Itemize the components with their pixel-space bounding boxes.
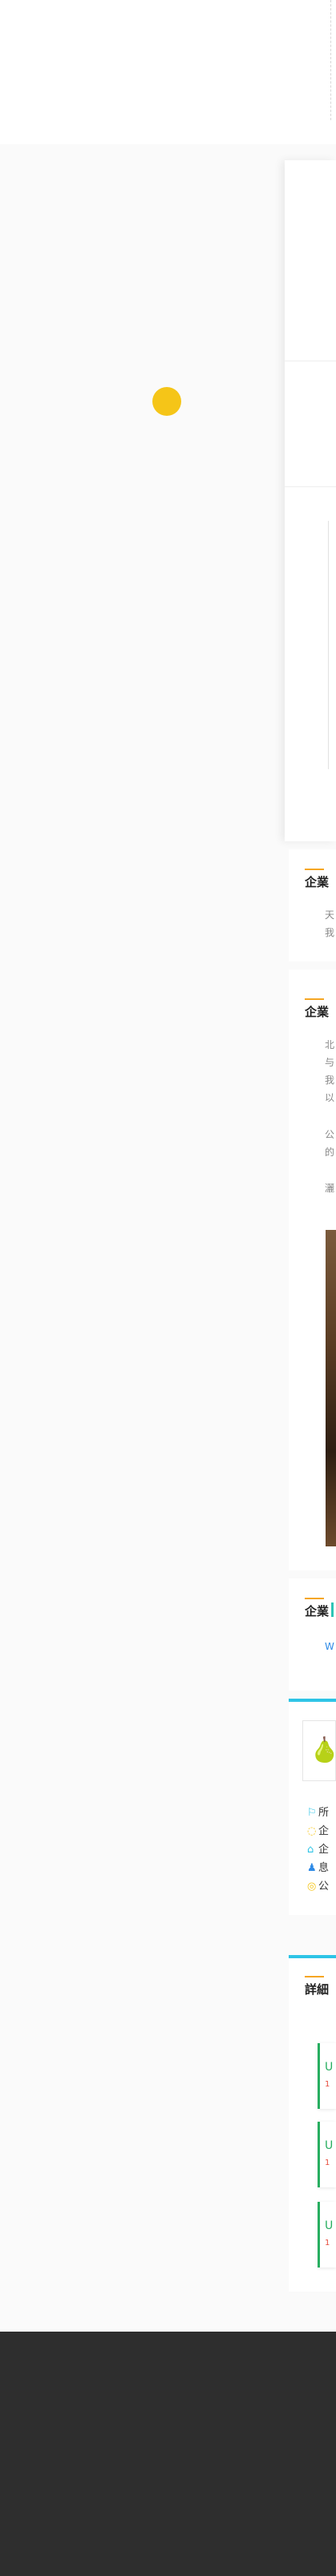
title-accent xyxy=(331,1602,334,1617)
job-salary: 1 xyxy=(325,2159,330,2167)
money-icon: ◎ xyxy=(307,1881,317,1893)
info-row: ♟ 息 xyxy=(307,1862,329,1875)
info-row: ◎ 公 xyxy=(307,1881,329,1893)
job-list-title: 詳細 xyxy=(305,1982,330,1997)
card-divider xyxy=(285,486,336,487)
info-row: ◌ 企 xyxy=(307,1825,329,1838)
info-label: 息 xyxy=(318,1862,330,1874)
yellow-dot xyxy=(152,387,181,416)
intro-text: 北 xyxy=(325,1039,335,1050)
intro-text: 灑 xyxy=(325,1183,335,1194)
top-band xyxy=(0,0,336,144)
job-item[interactable]: U 1 xyxy=(318,2202,336,2268)
title-accent xyxy=(305,1976,324,1977)
profile-section xyxy=(289,849,336,961)
intro-text: 的 xyxy=(325,1147,335,1158)
profile-text: 我 xyxy=(325,927,335,938)
title-accent xyxy=(305,1598,324,1599)
info-label: 企 xyxy=(318,1825,330,1837)
pear-logo-icon: 🍐 xyxy=(310,1736,336,1764)
info-label: 所 xyxy=(318,1807,330,1819)
job-salary: 1 xyxy=(325,2239,330,2247)
page-footer xyxy=(0,2332,336,2576)
intro-text: 以 xyxy=(325,1092,335,1103)
intro-title: 企業 xyxy=(305,1005,330,1019)
website-section xyxy=(289,1578,336,1691)
card-top-bar xyxy=(289,1955,336,1958)
vertical-line xyxy=(328,521,329,769)
job-title: U xyxy=(325,2219,334,2232)
website-link[interactable]: W xyxy=(325,1639,336,1654)
people-icon: ♟ xyxy=(307,1862,317,1874)
flag-icon: ⚐ xyxy=(307,1807,317,1819)
profile-title: 企業 xyxy=(305,875,330,889)
job-title: U xyxy=(325,2061,334,2074)
intro-text: 与 xyxy=(325,1057,335,1068)
info-label: 企 xyxy=(318,1844,330,1856)
job-item[interactable]: U 1 xyxy=(318,2122,336,2187)
info-row: ⚐ 所 xyxy=(307,1807,329,1820)
title-accent xyxy=(305,869,324,870)
info-label: 公 xyxy=(318,1881,330,1893)
dashed-divider xyxy=(330,0,331,120)
card-top-bar xyxy=(289,1699,336,1702)
website-title: 企業 xyxy=(305,1604,330,1619)
title-accent xyxy=(305,998,324,1000)
job-title: U xyxy=(325,2139,334,2152)
intro-text: 我 xyxy=(325,1074,335,1086)
company-photo xyxy=(326,1230,336,1546)
job-item[interactable]: U 1 xyxy=(318,2043,336,2109)
job-salary: 1 xyxy=(325,2080,330,2089)
bulb-icon: ◌ xyxy=(307,1825,317,1837)
profile-text: 天 xyxy=(325,909,335,921)
building-icon: ⌂ xyxy=(307,1844,314,1856)
intro-text: 公 xyxy=(325,1129,335,1140)
info-row: ⌂ 企 xyxy=(307,1844,329,1856)
